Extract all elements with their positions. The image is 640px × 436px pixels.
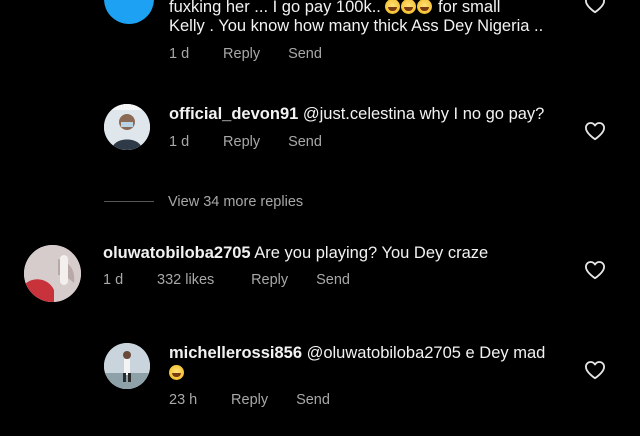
send-button[interactable]: Send <box>316 272 350 288</box>
divider <box>104 201 154 202</box>
avatar-image <box>24 245 81 302</box>
heart-icon[interactable] <box>584 260 606 280</box>
comments-screen: fuxking her ... I go pay 100k.. for smal… <box>0 0 640 436</box>
comment-text: official_devon91 @just.celestina why I n… <box>169 105 545 123</box>
grinning-emoji-icon <box>401 0 417 14</box>
heart-icon[interactable] <box>584 0 606 14</box>
username-link[interactable]: michellerossi856 <box>169 344 302 362</box>
username-link[interactable]: official_devon91 <box>169 105 298 123</box>
heart-icon[interactable] <box>584 360 606 380</box>
comment-meta: 1 d Reply Send <box>169 46 322 62</box>
avatar[interactable] <box>24 245 81 302</box>
heart-icon[interactable] <box>584 121 606 141</box>
reply-button[interactable]: Reply <box>251 272 312 288</box>
comment-meta: 23 h Reply Send <box>169 392 330 408</box>
likes-count[interactable]: 332 likes <box>157 272 247 288</box>
comment-text: michellerossi856 @oluwatobiloba2705 e De… <box>169 344 546 362</box>
comment-text: oluwatobiloba2705 Are you playing? You D… <box>103 244 489 262</box>
comment-time: 1 d <box>169 134 190 150</box>
comment-emoji-line <box>169 363 185 383</box>
grinning-emoji-icon <box>417 0 433 14</box>
comment-text-line2: Kelly . You know how many thick Ass Dey … <box>169 17 544 35</box>
grinning-emoji-icon <box>385 0 401 14</box>
comment-time: 1 d <box>103 272 124 288</box>
grinning-emoji-icon <box>169 365 184 380</box>
send-button[interactable]: Send <box>288 46 322 62</box>
comment-text-line1: fuxking her ... I go pay 100k.. for smal… <box>169 0 501 16</box>
avatar[interactable] <box>104 104 150 150</box>
send-button[interactable]: Send <box>296 392 330 408</box>
username-link[interactable]: oluwatobiloba2705 <box>103 244 251 262</box>
comment-meta: 1 d 332 likes Reply Send <box>103 272 350 288</box>
view-more-replies-button[interactable]: View 34 more replies <box>168 194 303 210</box>
comment-time: 1 d <box>169 46 190 62</box>
send-button[interactable]: Send <box>288 134 322 150</box>
avatar[interactable] <box>104 0 154 24</box>
avatar[interactable] <box>104 343 150 389</box>
reply-button[interactable]: Reply <box>231 392 292 408</box>
avatar-image <box>104 104 150 150</box>
reply-button[interactable]: Reply <box>223 46 284 62</box>
comment-meta: 1 d Reply Send <box>169 134 322 150</box>
avatar-image <box>104 343 150 389</box>
reply-button[interactable]: Reply <box>223 134 284 150</box>
comment-time: 23 h <box>169 392 198 408</box>
